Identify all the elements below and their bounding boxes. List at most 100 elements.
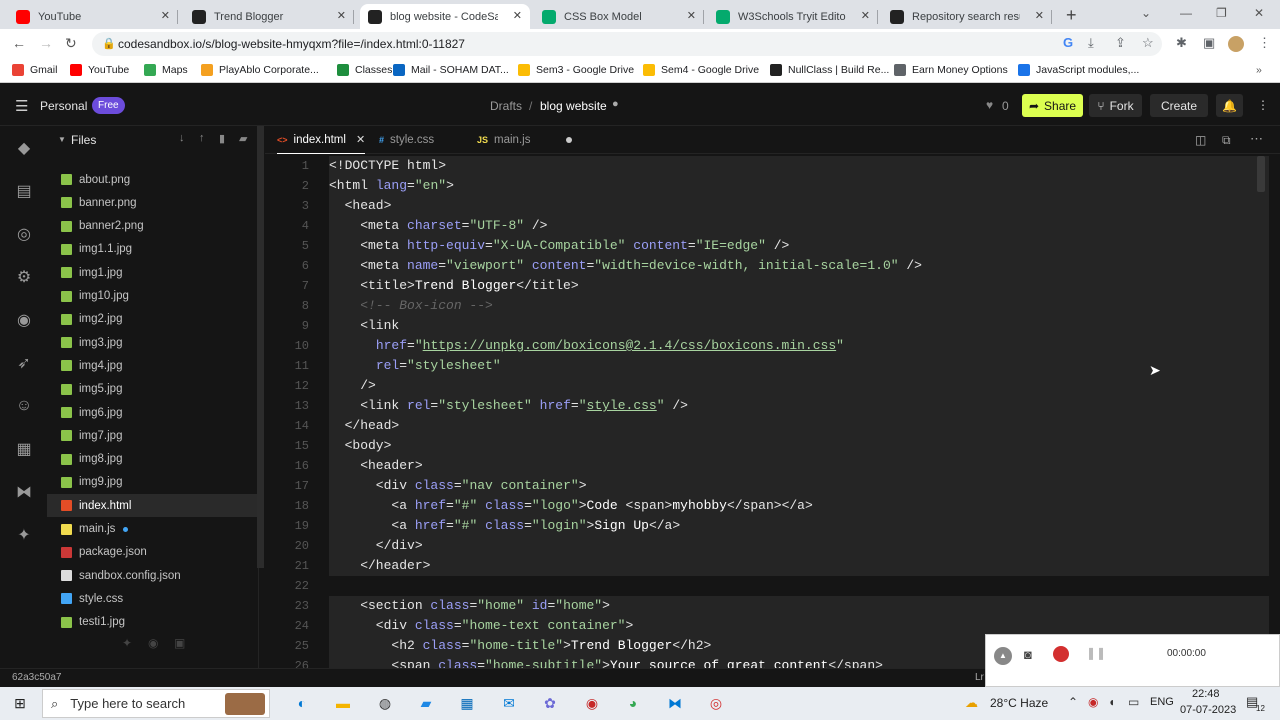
code-line[interactable]: <h2 class="home-title">Trend Blogger</h2… (329, 636, 711, 656)
editor-more-icon[interactable]: ⋯ (1250, 131, 1263, 147)
github-icon[interactable]: ◉ (14, 310, 34, 330)
windows-start-icon[interactable]: ⊞ (8, 691, 32, 715)
code-line[interactable]: rel="stylesheet" (329, 356, 501, 376)
close-tab-icon[interactable]: ✕ (1035, 9, 1044, 22)
code-line[interactable]: <div class="nav container"> (329, 476, 587, 496)
sidebar-scrollbar[interactable] (257, 126, 264, 568)
profile-avatar[interactable] (1228, 36, 1244, 52)
more-options-icon[interactable]: ⋮ (1257, 98, 1269, 112)
code-line[interactable]: <link (329, 316, 399, 336)
bookmark-item[interactable]: Gmail (12, 64, 57, 76)
clock-time[interactable]: 22:48 (1192, 688, 1220, 700)
settings-gear-icon[interactable]: ⚙ (14, 267, 34, 287)
tray-chevron-icon[interactable]: ⌃ (1068, 695, 1078, 709)
preview-icon[interactable]: ⧉ (1222, 133, 1231, 148)
record-button[interactable] (1053, 646, 1069, 662)
file-item[interactable]: img3.jpg (47, 331, 259, 354)
side-panel-icon[interactable]: ▣ (1203, 35, 1215, 51)
settings-app-icon[interactable]: ✿ (538, 691, 562, 715)
battery-icon[interactable]: ▭ (1128, 695, 1139, 709)
files-icon[interactable]: ▤ (14, 181, 34, 201)
install-app-icon[interactable]: ⤓ (1088, 35, 1094, 51)
browser-tab[interactable]: Trend Blogger ✕ (184, 4, 354, 29)
bookmark-star-icon[interactable]: ☆ (1142, 35, 1154, 51)
code-line[interactable]: <!-- Box-icon --> (329, 296, 493, 316)
browser-tab[interactable]: Repository search results ✕ (882, 4, 1052, 29)
deploy-rocket-icon[interactable]: ➶ (14, 353, 34, 373)
camera-icon[interactable]: ◙ (1024, 647, 1032, 662)
search-icon[interactable]: ◎ (14, 224, 34, 244)
maximize-button[interactable]: ❐ (1216, 6, 1227, 20)
close-tab-icon[interactable]: ✕ (337, 9, 346, 22)
reload-icon[interactable]: ↻ (65, 35, 77, 52)
file-item[interactable]: img6.jpg (47, 401, 259, 424)
file-item[interactable]: about.png (47, 168, 259, 191)
collapse-recorder-icon[interactable]: ▲ (994, 647, 1012, 665)
file-item[interactable]: img10.jpg (47, 285, 259, 308)
file-item[interactable]: img4.jpg (47, 354, 259, 377)
language-indicator[interactable]: ENG (1150, 696, 1174, 708)
scrollbar-thumb[interactable] (1257, 156, 1265, 192)
code-line[interactable]: /> (329, 376, 376, 396)
breadcrumb-drafts[interactable]: Drafts (490, 99, 522, 113)
bookmark-item[interactable]: Sem3 - Google Drive (518, 64, 634, 76)
code-line[interactable]: <meta http-equiv="X-UA-Compatible" conte… (329, 236, 789, 256)
close-tab-icon[interactable]: ✕ (356, 133, 365, 146)
recorder-taskbar-icon[interactable]: ◎ (704, 691, 728, 715)
fork-button[interactable]: ⑂ Fork (1089, 94, 1142, 117)
code-line[interactable]: <a href="#" class="login">Sign Up</a> (329, 516, 680, 536)
editor-tab[interactable]: JS main.js (477, 126, 573, 154)
close-tab-icon[interactable]: ✕ (861, 9, 870, 22)
dell-icon[interactable]: ◍ (373, 691, 397, 715)
taskbar-search-box[interactable]: ⌕ Type here to search (42, 689, 270, 718)
sort-up-icon[interactable]: ↑ (199, 132, 205, 144)
live-users-icon[interactable]: ☺ (14, 396, 34, 416)
file-item[interactable]: img2.jpg (47, 308, 259, 331)
browser-tab[interactable]: CSS Box Model ✕ (534, 4, 704, 29)
clock-date[interactable]: 07-07-2023 (1180, 704, 1236, 716)
forward-icon[interactable]: → (39, 35, 53, 51)
code-line[interactable]: <body> (329, 436, 392, 456)
store-icon[interactable]: ▦ (455, 691, 479, 715)
file-item[interactable]: img5.jpg (47, 378, 259, 401)
close-tab-icon[interactable]: ✕ (687, 9, 696, 22)
tab-search-icon[interactable]: ⌄ (1141, 6, 1151, 20)
new-file-icon[interactable]: ▮ (219, 132, 225, 145)
code-line[interactable]: <a href="#" class="logo">Code <span>myho… (329, 496, 812, 516)
back-icon[interactable]: ← (12, 35, 26, 51)
edge-icon[interactable]: ◐ (290, 691, 314, 715)
new-tab-button[interactable]: + (1066, 5, 1077, 26)
new-folder-icon[interactable]: ▰ (239, 132, 247, 145)
file-item[interactable]: package.json (47, 541, 259, 564)
code-line[interactable]: </head> (329, 416, 400, 436)
code-line[interactable]: <meta name="viewport" content="width=dev… (329, 256, 922, 276)
vscode-icon[interactable]: ⧓ (14, 482, 34, 502)
browser-menu-icon[interactable]: ⋮ (1258, 35, 1271, 51)
mail-icon[interactable]: ✉ (497, 691, 521, 715)
file-item[interactable]: sandbox.config.json (47, 564, 259, 587)
file-item[interactable]: main.js (47, 518, 259, 541)
editor-scrollbar[interactable] (1255, 156, 1267, 662)
tray-record-icon[interactable]: ◉ (1088, 695, 1098, 709)
close-tab-icon[interactable]: ✕ (161, 9, 170, 22)
code-line[interactable]: <head> (329, 196, 392, 216)
minimize-button[interactable]: — (1180, 6, 1192, 20)
github-footer-icon[interactable]: ◉ (148, 636, 158, 650)
like-heart-icon[interactable]: ♥ (986, 98, 993, 112)
sort-down-icon[interactable]: ↓ (179, 132, 185, 144)
media-icon[interactable]: ◉ (580, 691, 604, 715)
code-line[interactable]: <div class="home-text container"> (329, 616, 634, 636)
file-item[interactable]: index.html (47, 494, 259, 518)
file-item[interactable]: img7.jpg (47, 424, 259, 447)
sandbox-title[interactable]: blog website (540, 99, 607, 113)
code-line[interactable]: <!DOCTYPE html> (329, 156, 446, 176)
file-item[interactable]: img1.1.jpg (47, 238, 259, 261)
share-page-icon[interactable]: ⇪ (1115, 35, 1126, 51)
weather-text[interactable]: 28°C Haze (990, 696, 1048, 710)
file-explorer-icon[interactable]: ▬ (331, 691, 355, 715)
file-item[interactable]: banner2.png (47, 215, 259, 238)
bookmark-item[interactable]: Earn Money Options (894, 64, 1008, 76)
sparkle-icon[interactable]: ✦ (14, 525, 34, 545)
app-icon[interactable]: ▰ (414, 691, 438, 715)
file-item[interactable]: img8.jpg (47, 448, 259, 471)
